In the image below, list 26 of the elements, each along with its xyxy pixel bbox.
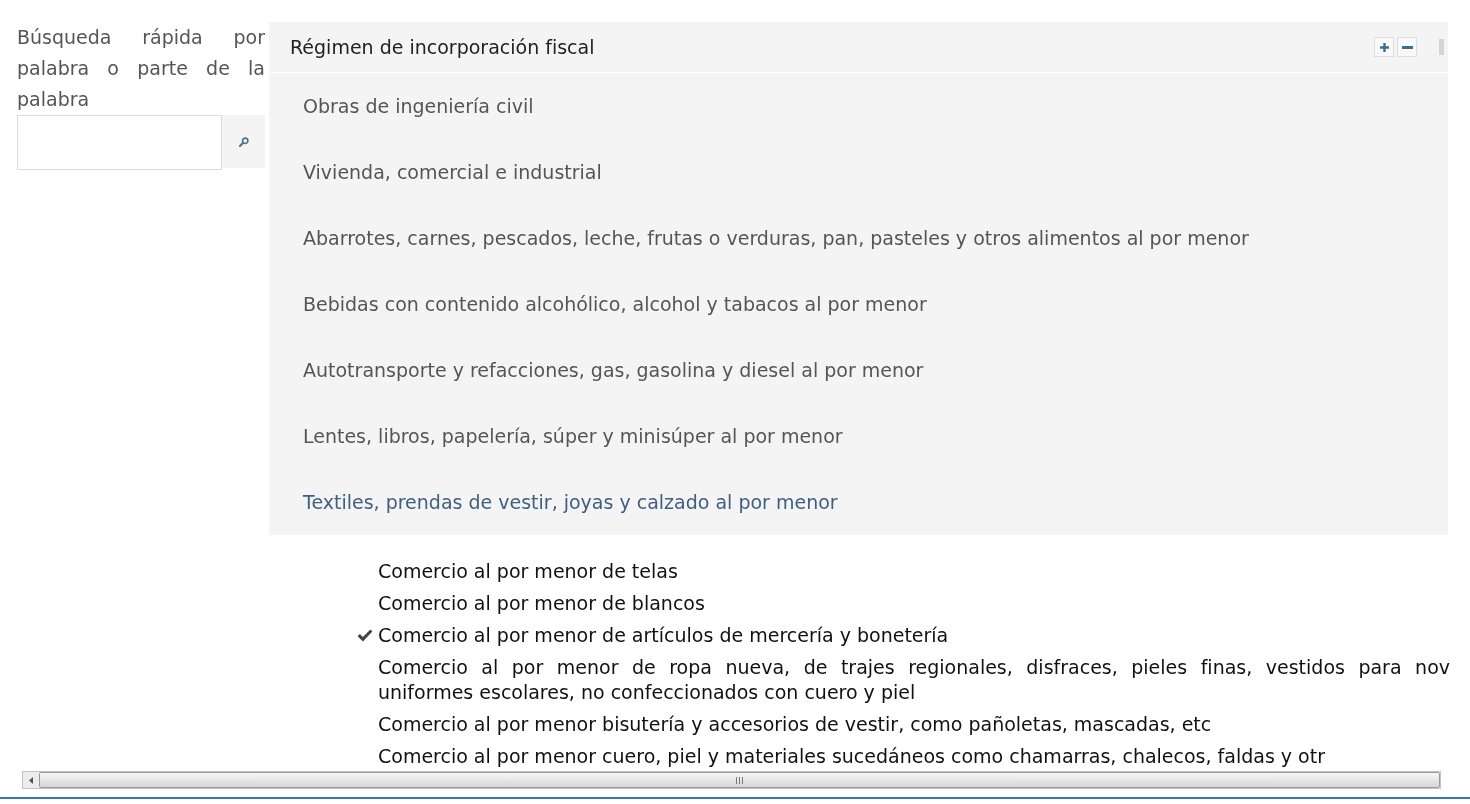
search-label: Búsqueda rápida por palabra o parte de la palabra [17, 25, 265, 112]
category-item[interactable]: Textiles, prendas de vestir, joyas y calzado al por menor [269, 469, 1448, 535]
subcategory-option[interactable]: Comercio al por menor de ropa nueva, de trajes regionales, disfraces, pieles finas, vestidos para nov uniformes escolares, no confeccionados con cuero y piel [357, 655, 1450, 705]
grip-icon [736, 776, 743, 784]
category-item[interactable]: Bebidas con contenido alcohólico, alcohol y tabacos al por menor [269, 271, 1448, 337]
minus-icon [1401, 45, 1413, 49]
left-arrow-icon [29, 776, 33, 784]
search-field[interactable] [17, 115, 222, 170]
category-item[interactable]: Autotransporte y refacciones, gas, gasolina y diesel al por menor [269, 337, 1448, 403]
subcategory-option[interactable]: Comercio al por menor de blancos [357, 591, 1450, 616]
subcategory-option[interactable]: Comercio al por menor cuero, piel y materiales sucedáneos como chamarras, chalecos, faldas y otr [357, 744, 1450, 769]
category-item[interactable]: Vivienda, comercial e industrial [269, 139, 1448, 205]
subcategory-option[interactable]: Comercio al por menor bisutería y accesorios de vestir, como pañoletas, mascadas, etc [357, 712, 1450, 737]
search-icon [238, 136, 249, 147]
expand-all-button[interactable] [1374, 37, 1394, 57]
check-icon [357, 629, 373, 642]
collapse-all-button[interactable] [1397, 37, 1417, 57]
plus-icon [1379, 42, 1389, 52]
subcategory-option[interactable]: Comercio al por menor de telas [357, 559, 1450, 584]
subcategory-option[interactable]: Comercio al por menor de artículos de mercería y bonetería [357, 623, 1450, 648]
category-item[interactable]: Obras de ingeniería civil [269, 73, 1448, 139]
search-button[interactable] [222, 115, 265, 168]
panel-title: Régimen de incorporación fiscal [290, 36, 595, 58]
category-item[interactable]: Lentes, libros, papelería, súper y minisúper al por menor [269, 403, 1448, 469]
scrollbar-thumb[interactable] [1439, 39, 1444, 55]
category-item[interactable]: Abarrotes, carnes, pescados, leche, frutas o verduras, pan, pasteles y otros alimentos al por menor [269, 205, 1448, 271]
